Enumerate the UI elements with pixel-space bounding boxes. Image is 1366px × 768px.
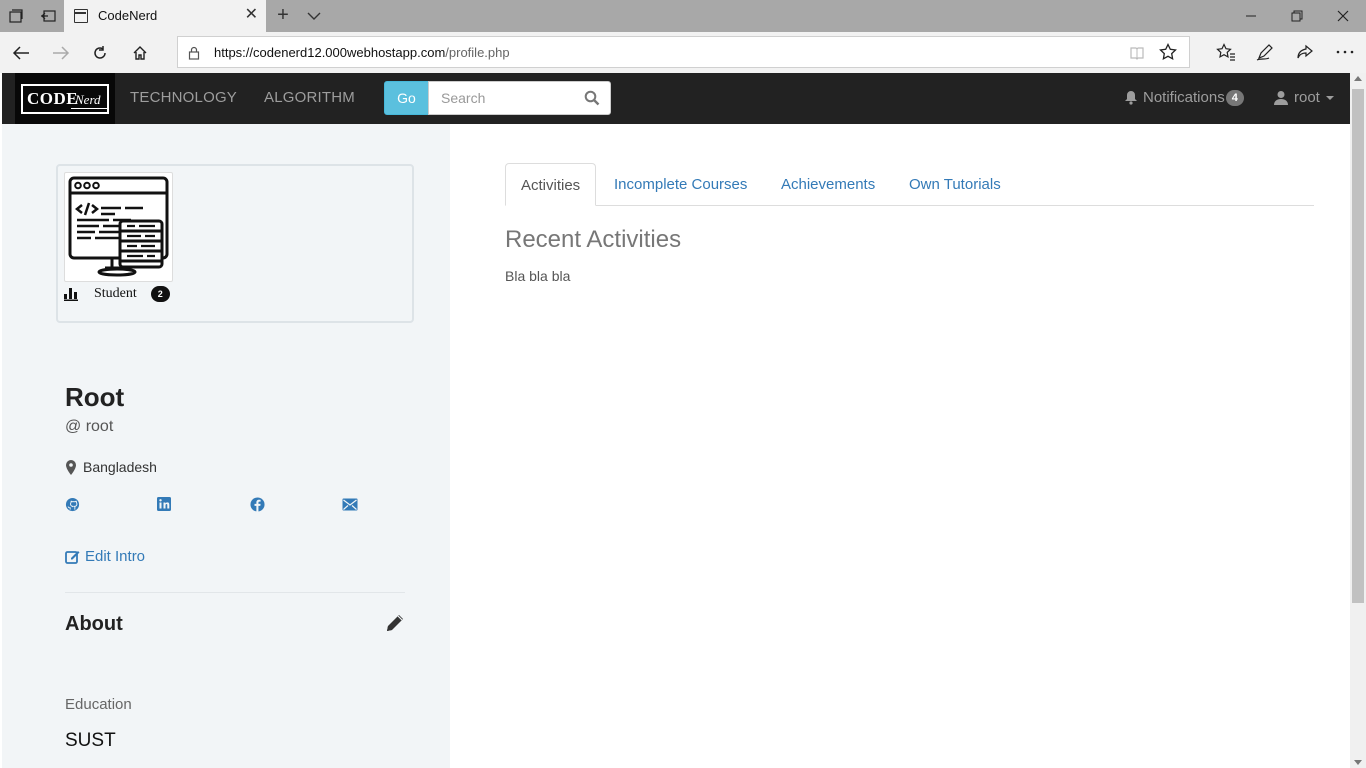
scroll-down-icon[interactable] bbox=[1354, 760, 1362, 765]
browser-tab[interactable]: CodeNerd ✕ bbox=[64, 0, 266, 32]
notifications-link[interactable]: Notifications 4 bbox=[1124, 89, 1244, 106]
edit-intro-link[interactable]: Edit Intro bbox=[65, 548, 145, 565]
tab-incomplete-courses[interactable]: Incomplete Courses bbox=[599, 163, 762, 206]
close-tab-icon[interactable]: ✕ bbox=[245, 7, 258, 23]
url-path: /profile.php bbox=[445, 45, 510, 60]
notifications-badge: 4 bbox=[1225, 89, 1244, 106]
role-row: Student 2 bbox=[64, 286, 170, 302]
page-scrollbar[interactable] bbox=[1350, 73, 1366, 768]
education-value: SUST bbox=[65, 730, 116, 751]
nav-technology-link[interactable]: TECHNOLOGY bbox=[130, 89, 237, 106]
role-level-badge: 2 bbox=[150, 286, 170, 302]
url-field[interactable]: https://codenerd12.000webhostapp.com/pro… bbox=[177, 36, 1190, 68]
logo-nerd-text: Nerd bbox=[75, 91, 101, 107]
mail-icon[interactable] bbox=[342, 496, 358, 512]
location: Bangladesh bbox=[65, 459, 157, 475]
logo-code-text: CODE bbox=[27, 88, 79, 108]
page-icon bbox=[74, 9, 88, 23]
profile-name: Root bbox=[65, 382, 125, 412]
lock-icon[interactable] bbox=[188, 46, 200, 60]
tab-title: CodeNerd bbox=[98, 8, 158, 23]
scrollbar-thumb[interactable] bbox=[1352, 89, 1364, 603]
reading-view-icon[interactable] bbox=[1129, 45, 1145, 61]
avatar[interactable] bbox=[64, 172, 173, 282]
brand-logo[interactable]: CODE Nerd bbox=[15, 73, 115, 124]
scroll-up-icon[interactable] bbox=[1354, 76, 1362, 81]
url-host: https://codenerd12.000webhostapp.com bbox=[214, 45, 446, 60]
role-label: Student bbox=[94, 286, 137, 301]
linkedin-icon[interactable] bbox=[156, 496, 172, 512]
home-icon[interactable] bbox=[129, 42, 151, 64]
address-bar: https://codenerd12.000webhostapp.com/pro… bbox=[0, 32, 1366, 73]
tab-activities[interactable]: Activities bbox=[505, 163, 597, 206]
pen-icon[interactable] bbox=[1254, 41, 1276, 63]
recent-activities-heading: Recent Activities bbox=[505, 226, 682, 253]
tab-actions-icon[interactable] bbox=[8, 8, 24, 24]
close-window-icon[interactable] bbox=[1320, 0, 1366, 32]
more-options-icon[interactable] bbox=[1334, 41, 1356, 63]
bar-chart-icon bbox=[64, 287, 78, 301]
computer-code-icon bbox=[68, 176, 169, 277]
user-dropdown[interactable]: root bbox=[1274, 89, 1334, 106]
location-text: Bangladesh bbox=[83, 459, 157, 475]
minimize-icon[interactable] bbox=[1228, 0, 1274, 32]
favorites-icon[interactable] bbox=[1215, 41, 1237, 63]
logo-underline bbox=[71, 107, 107, 109]
back-arrow-icon[interactable] bbox=[10, 42, 32, 64]
section-divider bbox=[65, 592, 405, 593]
notifications-label: Notifications bbox=[1143, 89, 1225, 106]
profile-handle: @ root bbox=[65, 418, 114, 435]
profile-tabs: Activities Incomplete Courses Achievemen… bbox=[505, 163, 1314, 206]
site-navbar: CODE Nerd TECHNOLOGY ALGORITHM Go Notifi… bbox=[2, 73, 1350, 124]
about-heading: About bbox=[65, 613, 123, 635]
restore-icon[interactable] bbox=[1274, 0, 1320, 32]
map-pin-icon bbox=[66, 459, 76, 475]
pencil-icon[interactable] bbox=[384, 612, 406, 634]
github-icon[interactable] bbox=[64, 496, 80, 512]
profile-sidebar: Student 2 Root @ root Bangladesh Edit In… bbox=[2, 124, 450, 768]
edit-icon bbox=[65, 551, 80, 564]
favorite-star-icon[interactable] bbox=[1159, 42, 1177, 61]
caret-down-icon bbox=[1325, 95, 1334, 100]
chevron-down-icon[interactable] bbox=[306, 9, 322, 23]
recent-activities-body: Bla bla bla bbox=[505, 268, 571, 284]
url-text[interactable]: https://codenerd12.000webhostapp.com/pro… bbox=[214, 45, 510, 60]
browser-titlebar: CodeNerd ✕ + bbox=[0, 0, 1366, 32]
set-aside-tabs-icon[interactable] bbox=[40, 8, 56, 24]
edit-intro-label: Edit Intro bbox=[85, 548, 146, 565]
profile-card: Student 2 bbox=[56, 164, 414, 323]
facebook-icon[interactable] bbox=[249, 496, 265, 512]
forward-arrow-icon[interactable] bbox=[50, 42, 72, 64]
search-icon[interactable] bbox=[584, 90, 600, 106]
nav-algorithm-link[interactable]: ALGORITHM bbox=[264, 89, 355, 106]
share-icon[interactable] bbox=[1294, 41, 1316, 63]
new-tab-icon[interactable]: + bbox=[274, 5, 292, 26]
tab-achievements[interactable]: Achievements bbox=[766, 163, 890, 206]
user-label: root bbox=[1294, 89, 1320, 106]
user-icon bbox=[1274, 91, 1288, 105]
go-button[interactable]: Go bbox=[384, 81, 429, 115]
codenerd-logo: CODE Nerd bbox=[21, 83, 109, 114]
bell-icon bbox=[1125, 91, 1137, 105]
refresh-icon[interactable] bbox=[89, 42, 111, 64]
education-label: Education bbox=[65, 696, 132, 713]
tab-own-tutorials[interactable]: Own Tutorials bbox=[894, 163, 1016, 206]
